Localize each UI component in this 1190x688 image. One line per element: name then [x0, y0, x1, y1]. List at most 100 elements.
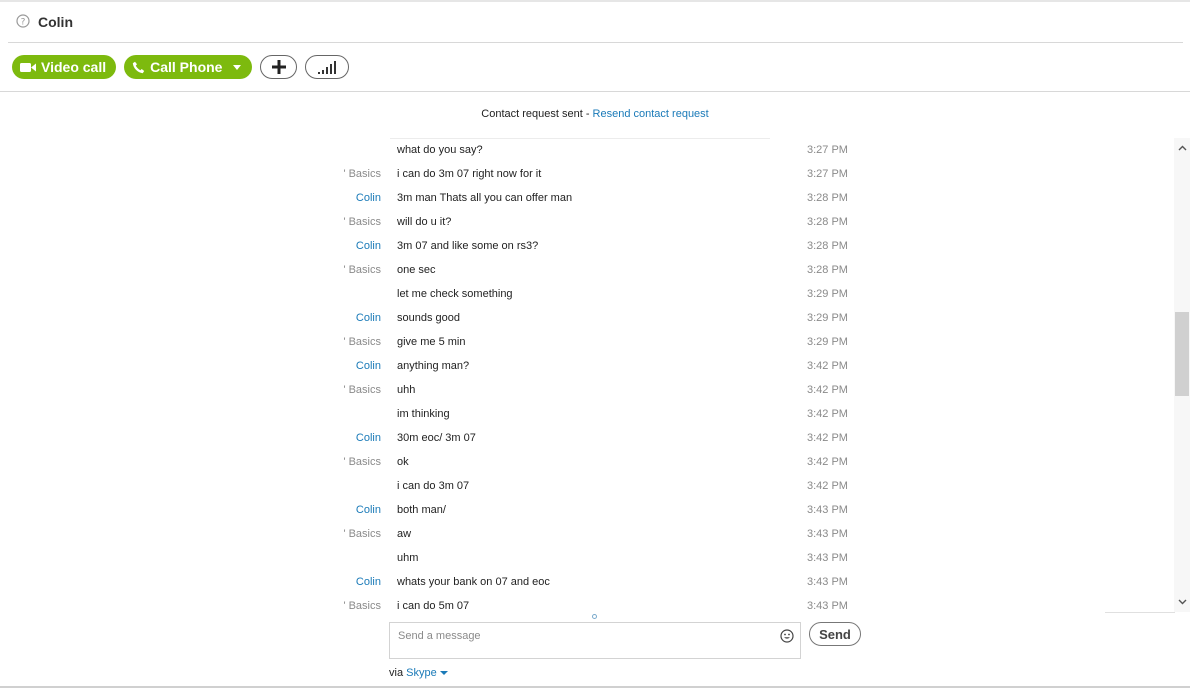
call-phone-button[interactable]: Call Phone: [124, 55, 253, 79]
message-sender[interactable]: Colin: [356, 576, 381, 588]
message-text: 3m 07 and like some on rs3?: [397, 240, 539, 252]
chevron-down-icon: [1178, 599, 1186, 605]
message-row[interactable]: uhm 3:43 PM: [0, 546, 1174, 570]
contact-request-notice: Contact request sent - Resend contact re…: [0, 108, 1190, 120]
message-row[interactable]: Colin 3m man Thats all you can offer man 3…: [0, 186, 1174, 210]
message-sender[interactable]: ' Basics: [343, 168, 381, 180]
history-bottom-divider: [1105, 612, 1175, 613]
message-text: whats your bank on 07 and eoc: [397, 576, 550, 588]
message-text: anything man?: [397, 360, 470, 372]
message-timestamp: 3:29 PM: [807, 288, 848, 300]
emoticon-icon[interactable]: [780, 629, 794, 643]
via-label: via: [389, 667, 407, 679]
message-sender[interactable]: Colin: [356, 192, 381, 204]
message-sender[interactable]: ' Basics: [343, 216, 381, 228]
message-timestamp: 3:28 PM: [807, 264, 848, 276]
message-row[interactable]: Colin sounds good 3:29 PM: [0, 306, 1174, 330]
message-timestamp: 3:43 PM: [807, 552, 848, 564]
message-timestamp: 3:28 PM: [807, 216, 848, 228]
scrollbar-thumb[interactable]: [1175, 312, 1189, 396]
message-row[interactable]: ' Basics i can do 3m 07 right now for it 3…: [0, 162, 1174, 186]
call-actions-bar: Video call Call Phone: [12, 55, 350, 79]
chevron-down-icon: [232, 64, 241, 70]
message-sender[interactable]: ' Basics: [343, 264, 381, 276]
message-text: uhm: [397, 552, 419, 564]
actions-divider: [0, 91, 1190, 92]
message-text: aw: [397, 528, 412, 540]
message-text: uhh: [397, 384, 416, 396]
history-scrollbar[interactable]: [1174, 138, 1190, 612]
notice-text: Contact request sent -: [481, 108, 593, 120]
message-sender[interactable]: Colin: [356, 312, 381, 324]
message-sender[interactable]: ' Basics: [343, 528, 381, 540]
resend-contact-request-link[interactable]: Resend contact request: [593, 108, 709, 120]
message-timestamp: 3:43 PM: [807, 600, 848, 612]
call-phone-label: Call Phone: [150, 59, 223, 75]
plus-icon: [271, 60, 286, 74]
message-timestamp: 3:27 PM: [807, 168, 848, 180]
message-row[interactable]: ' Basics one sec 3:28 PM: [0, 258, 1174, 282]
scroll-up-button[interactable]: [1174, 140, 1190, 156]
header-divider: [8, 42, 1183, 43]
message-text: 30m eoc/ 3m 07: [397, 432, 476, 444]
message-timestamp: 3:27 PM: [807, 144, 848, 156]
message-sender[interactable]: Colin: [356, 360, 381, 372]
conversation-header: ? Colin: [0, 2, 1190, 42]
message-timestamp: 3:28 PM: [807, 192, 848, 204]
message-row[interactable]: ' Basics i can do 5m 07 3:43 PM: [0, 594, 1174, 612]
message-timestamp: 3:43 PM: [807, 528, 848, 540]
message-text: both man/: [397, 504, 446, 516]
phone-icon: [132, 61, 145, 73]
message-text: ok: [397, 456, 409, 468]
message-row[interactable]: Colin 30m eoc/ 3m 07 3:42 PM: [0, 426, 1174, 450]
message-text: i can do 3m 07: [397, 480, 470, 492]
message-row[interactable]: ' Basics ok 3:42 PM: [0, 450, 1174, 474]
chevron-up-icon: [1178, 145, 1186, 151]
message-timestamp: 3:29 PM: [807, 312, 848, 324]
message-row[interactable]: Colin both man/3:43 PM: [0, 498, 1174, 522]
message-row[interactable]: ' Basics give me 5 min 3:29 PM: [0, 330, 1174, 354]
message-row[interactable]: Colin 3m 07 and like some on rs3? 3:28 PM: [0, 234, 1174, 258]
message-row[interactable]: what do you say? 3:27 PM: [0, 138, 1174, 162]
message-sender[interactable]: ' Basics: [343, 600, 381, 612]
message-row[interactable]: im thinking 3:42 PM: [0, 402, 1174, 426]
message-timestamp: 3:42 PM: [807, 384, 848, 396]
send-button[interactable]: Send: [809, 622, 861, 646]
message-history[interactable]: what do you say? 3:27 PM ' Basics i can do …: [0, 138, 1174, 612]
message-timestamp: 3:43 PM: [807, 504, 848, 516]
message-row[interactable]: ' Basics uhh 3:42 PM: [0, 378, 1174, 402]
message-sender[interactable]: Colin: [356, 504, 381, 516]
message-text: give me 5 min: [397, 336, 466, 348]
message-row[interactable]: Colin anything man? 3:42 PM: [0, 354, 1174, 378]
message-row[interactable]: i can do 3m 07 3:42 PM: [0, 474, 1174, 498]
message-row[interactable]: ' Basics aw 3:43 PM: [0, 522, 1174, 546]
skype-status-icon: ?: [16, 14, 30, 28]
scroll-down-button[interactable]: [1174, 594, 1190, 610]
service-dropdown[interactable]: Skype: [406, 667, 448, 679]
call-phone-dropdown[interactable]: [226, 55, 252, 79]
message-sender[interactable]: ' Basics: [343, 384, 381, 396]
message-timestamp: 3:28 PM: [807, 240, 848, 252]
call-quality-button[interactable]: [305, 55, 350, 79]
message-row[interactable]: Colin whats your bank on 07 and eoc 3:43 P…: [0, 570, 1174, 594]
message-sender[interactable]: ' Basics: [343, 336, 381, 348]
message-sender[interactable]: ' Basics: [343, 456, 381, 468]
video-camera-icon: [20, 62, 36, 72]
message-timestamp: 3:42 PM: [807, 432, 848, 444]
message-sender[interactable]: Colin: [356, 432, 381, 444]
contact-name[interactable]: Colin: [38, 14, 73, 30]
message-text: i can do 5m 07: [397, 600, 470, 612]
video-call-button[interactable]: Video call: [12, 55, 117, 79]
message-row[interactable]: ' Basics will do u it? 3:28 PM: [0, 210, 1174, 234]
message-sender[interactable]: Colin: [356, 240, 381, 252]
message-timestamp: 3:43 PM: [807, 576, 848, 588]
add-button[interactable]: [260, 55, 298, 79]
message-timestamp: 3:42 PM: [807, 456, 848, 468]
svg-text:?: ?: [21, 18, 26, 28]
message-input[interactable]: [390, 623, 770, 649]
message-timestamp: 3:42 PM: [807, 408, 848, 420]
message-timestamp: 3:42 PM: [807, 360, 848, 372]
message-timestamp: 3:29 PM: [807, 336, 848, 348]
caret-down-icon: [439, 671, 448, 676]
message-row[interactable]: let me check something 3:29 PM: [0, 282, 1174, 306]
